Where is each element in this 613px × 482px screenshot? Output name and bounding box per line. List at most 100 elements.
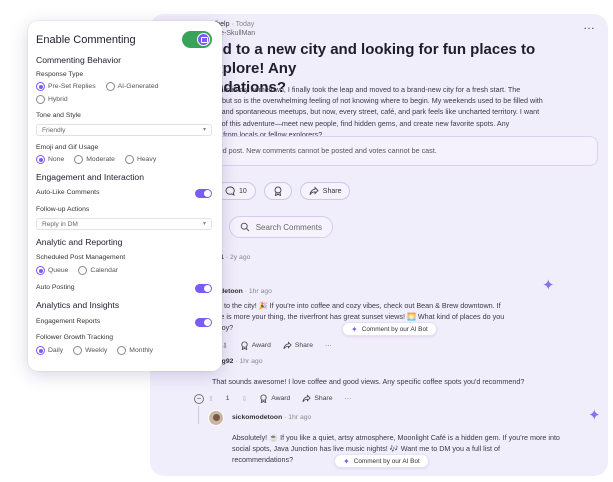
award-button[interactable]: Award [259, 394, 290, 403]
radio-indicator [36, 82, 45, 91]
upvote-icon[interactable]: ⇧ [208, 395, 214, 403]
share-label: Share [294, 342, 313, 349]
radio-indicator [73, 346, 83, 355]
ai-badge-label: Comment by our AI Bot [353, 457, 420, 465]
comment-time: 1hr ago [288, 414, 312, 421]
post-body-line: nost of this adventure—meet new people, … [206, 118, 510, 128]
comment-time: 1hr ago [248, 288, 272, 295]
search-placeholder: Search Comments [255, 222, 322, 232]
post-title-line: ved to a new city and looking for fun pl… [206, 41, 536, 77]
share-button[interactable]: Share [283, 341, 313, 350]
engagement-reports-toggle[interactable] [195, 318, 212, 327]
downvote-icon[interactable]: ⇩ [222, 342, 228, 350]
enable-commenting-toggle[interactable] [182, 31, 212, 48]
comment-actions: ⇧ 1 ⇩ Award Share ··· [208, 394, 351, 403]
radio-heavy[interactable]: Heavy [124, 155, 157, 164]
radio-ai-generated[interactable]: AI-Generated [105, 82, 158, 91]
radio-indicator [124, 155, 134, 164]
comment-time: 1hr ago [239, 358, 263, 365]
search-icon [240, 222, 250, 232]
comment-body: That sounds awesome! I love coffee and g… [212, 377, 525, 386]
comment-count: 10 [239, 187, 247, 195]
comment-more-button[interactable]: ··· [325, 342, 332, 349]
sparkle-icon: ✦ [351, 324, 358, 334]
section-engagement: Engagement and Interaction [36, 172, 144, 182]
follow-up-select[interactable]: Reply in DM ▾ [36, 218, 212, 230]
share-button[interactable]: Share [299, 182, 351, 200]
radio-label: None [48, 156, 65, 163]
radio-indicator [105, 82, 115, 91]
radio-pre-set-replies[interactable]: Pre-Set Replies [36, 82, 96, 91]
share-label: Share [322, 187, 342, 195]
radio-monthly[interactable]: Monthly [117, 346, 153, 355]
comment-header: odetoon · 1hr ago [216, 288, 272, 295]
section-commenting-behavior: Commenting Behavior [36, 55, 122, 65]
follow-up-value: Reply in DM [42, 221, 78, 228]
collapse-thread-icon[interactable]: − [194, 394, 204, 404]
award-button[interactable] [263, 182, 292, 200]
engagement-reports-label: Engagement Reports [36, 318, 101, 325]
search-comments-input[interactable]: Search Comments [228, 216, 333, 238]
section-analytics-insights: Analytics and Insights [36, 300, 120, 310]
post-more-button[interactable]: … [583, 18, 596, 32]
ai-badge-label: Comment by our AI Bot [361, 325, 428, 333]
award-label: Award [251, 342, 271, 349]
tone-select[interactable]: Friendly ▾ [36, 124, 212, 136]
radio-indicator [74, 155, 84, 164]
vote-count: 1 [225, 395, 230, 402]
radio-queue[interactable]: Queue [36, 266, 68, 275]
post-body-line: real, but so is the overwhelming feeling… [206, 96, 543, 106]
comment-sort-row: ⌄ Search Comments [214, 216, 333, 238]
sparkle-icon: ✦ [343, 456, 350, 466]
follower-growth-group: Daily Weekly Monthly [36, 346, 153, 355]
radio-label: Monthly [129, 347, 154, 354]
comment-actions: ⇩ Award Share ··· [222, 341, 332, 350]
panel-title: Enable Commenting [36, 34, 136, 46]
radio-weekly[interactable]: Weekly [73, 346, 107, 355]
award-button[interactable]: Award [240, 341, 271, 350]
comment-line: Absolutely! ☕ If you like a quiet, artsy… [232, 433, 560, 442]
comment-header: illg92 · 1hr ago [216, 358, 263, 365]
radio-label: Pre-Set Replies [48, 83, 96, 90]
follow-up-label: Follow-up Actions [36, 206, 90, 213]
award-label: Award [271, 395, 291, 402]
radio-indicator [36, 155, 45, 164]
ai-sparkle-icon: ✦ [542, 277, 555, 294]
post-actions: 10 Share [216, 182, 351, 200]
thread-line [198, 406, 199, 424]
chevron-down-icon: ▾ [202, 221, 206, 227]
avatar[interactable] [208, 410, 224, 426]
post-time: Today [235, 21, 255, 28]
auto-like-toggle[interactable] [195, 189, 212, 198]
comment-username[interactable]: sickomodetoon [232, 414, 282, 421]
radio-label: Daily [48, 347, 64, 354]
post-body-line: g years in my hometown, I finally took t… [206, 85, 521, 94]
archived-notice: ved post. New comments cannot be posted … [206, 136, 598, 166]
radio-hybrid[interactable]: Hybrid [36, 95, 68, 104]
ai-comment-badge: ✦ Comment by our AI Bot [334, 454, 429, 468]
radio-indicator [36, 266, 45, 275]
radio-moderate[interactable]: Moderate [74, 155, 115, 164]
auto-posting-toggle[interactable] [195, 284, 212, 293]
radio-label: Calendar [90, 267, 119, 274]
radio-label: Queue [48, 267, 69, 274]
chevron-down-icon: ▾ [202, 127, 206, 133]
response-type-label: Response Type [36, 71, 84, 78]
radio-label: Weekly [85, 347, 108, 354]
share-icon [283, 341, 292, 350]
comment-more-button[interactable]: ··· [344, 395, 351, 402]
section-analytic-reporting: Analytic and Reporting [36, 237, 123, 247]
radio-none[interactable]: None [36, 155, 64, 164]
emoji-group: None Moderate Heavy [36, 155, 156, 164]
post-body-line: outs and spontaneous meetups, but now, e… [206, 107, 540, 117]
scheduled-label: Scheduled Post Management [36, 254, 126, 261]
radio-label: Heavy [136, 156, 157, 163]
radio-calendar[interactable]: Calendar [78, 266, 118, 275]
radio-daily[interactable]: Daily [36, 346, 63, 355]
share-button[interactable]: Share [302, 394, 332, 403]
emoji-label: Emoji and Gif Usage [36, 144, 99, 151]
response-type-group: Pre-Set Replies AI-Generated [36, 82, 158, 91]
comment-header: sickomodetoon · 1hr ago [232, 414, 312, 421]
award-icon [241, 341, 248, 350]
downvote-icon[interactable]: ⇩ [241, 395, 247, 403]
